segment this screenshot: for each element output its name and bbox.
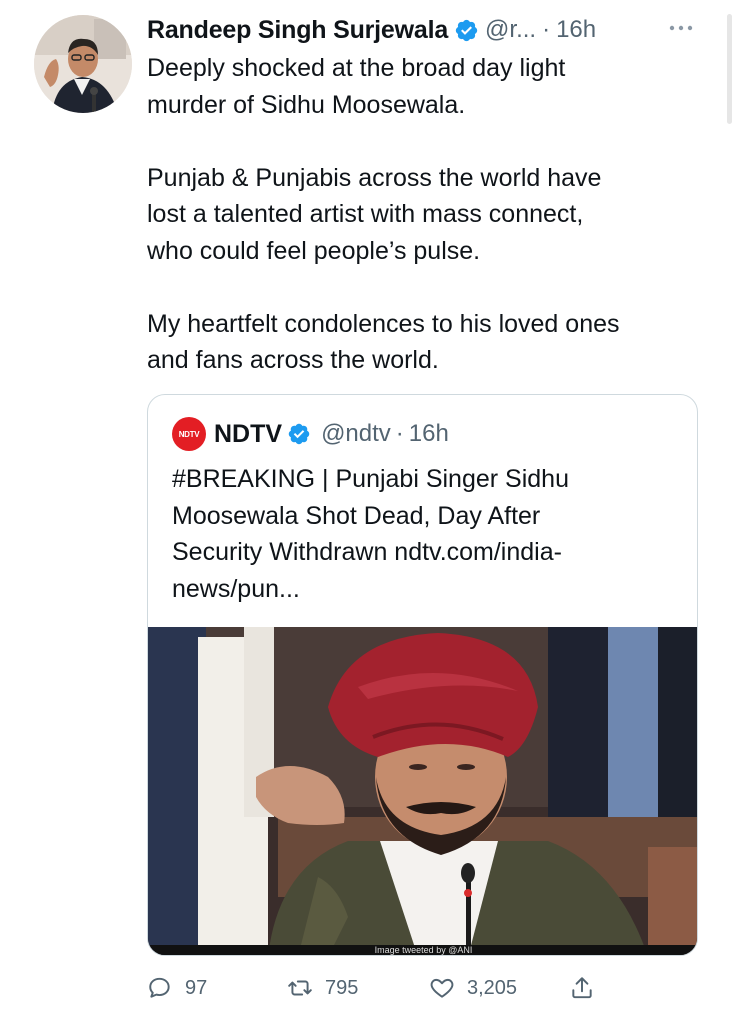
- quoted-timestamp[interactable]: 16h: [409, 420, 449, 448]
- quoted-header: NDTV NDTV @ndtv · 16h: [172, 417, 449, 451]
- reply-bubble-icon: [149, 977, 170, 998]
- more-dots-icon[interactable]: [666, 18, 696, 38]
- retweet-icon: [288, 980, 312, 996]
- like-count: 3,205: [467, 976, 518, 999]
- verified-badge-icon: [288, 423, 310, 445]
- avatar[interactable]: [34, 15, 132, 113]
- retweet-button[interactable]: 795: [287, 970, 358, 1006]
- retweet-count: 795: [325, 976, 359, 999]
- quoted-handle[interactable]: @ndtv: [321, 420, 391, 448]
- heart-icon: [430, 978, 454, 998]
- timestamp[interactable]: 16h: [556, 16, 596, 44]
- author-handle[interactable]: @r...: [485, 16, 536, 44]
- quoted-text: #BREAKING | Punjabi Singer Sidhu Moosewa…: [172, 465, 569, 603]
- ndtv-logo[interactable]: NDTV: [172, 417, 206, 451]
- quoted-media-image[interactable]: Image tweeted by @ANI: [148, 627, 697, 955]
- quoted-author-name[interactable]: NDTV: [214, 420, 282, 449]
- separator-dot: ·: [395, 420, 404, 447]
- share-button[interactable]: [569, 970, 595, 1006]
- verified-badge-icon: [455, 19, 478, 41]
- tweet-text: Deeply shocked at the broad day light mu…: [147, 54, 620, 374]
- tweet-card[interactable]: Randeep Singh Surjewala @r... · 16h Deep…: [0, 0, 734, 1024]
- media-caption: Image tweeted by @ANI: [374, 945, 473, 955]
- tweet-actions: 97 795 3,205: [147, 970, 617, 1006]
- share-upload-icon: [572, 977, 592, 999]
- quoted-tweet[interactable]: NDTV NDTV @ndtv · 16h #BREAKING | Punjab…: [147, 394, 698, 956]
- reply-count: 97: [185, 976, 208, 999]
- separator-dot: ·: [542, 16, 551, 43]
- like-button[interactable]: 3,205: [429, 970, 517, 1006]
- tweet-header: Randeep Singh Surjewala @r... · 16h: [147, 12, 596, 48]
- reply-button[interactable]: 97: [147, 970, 207, 1006]
- author-name[interactable]: Randeep Singh Surjewala: [147, 16, 448, 45]
